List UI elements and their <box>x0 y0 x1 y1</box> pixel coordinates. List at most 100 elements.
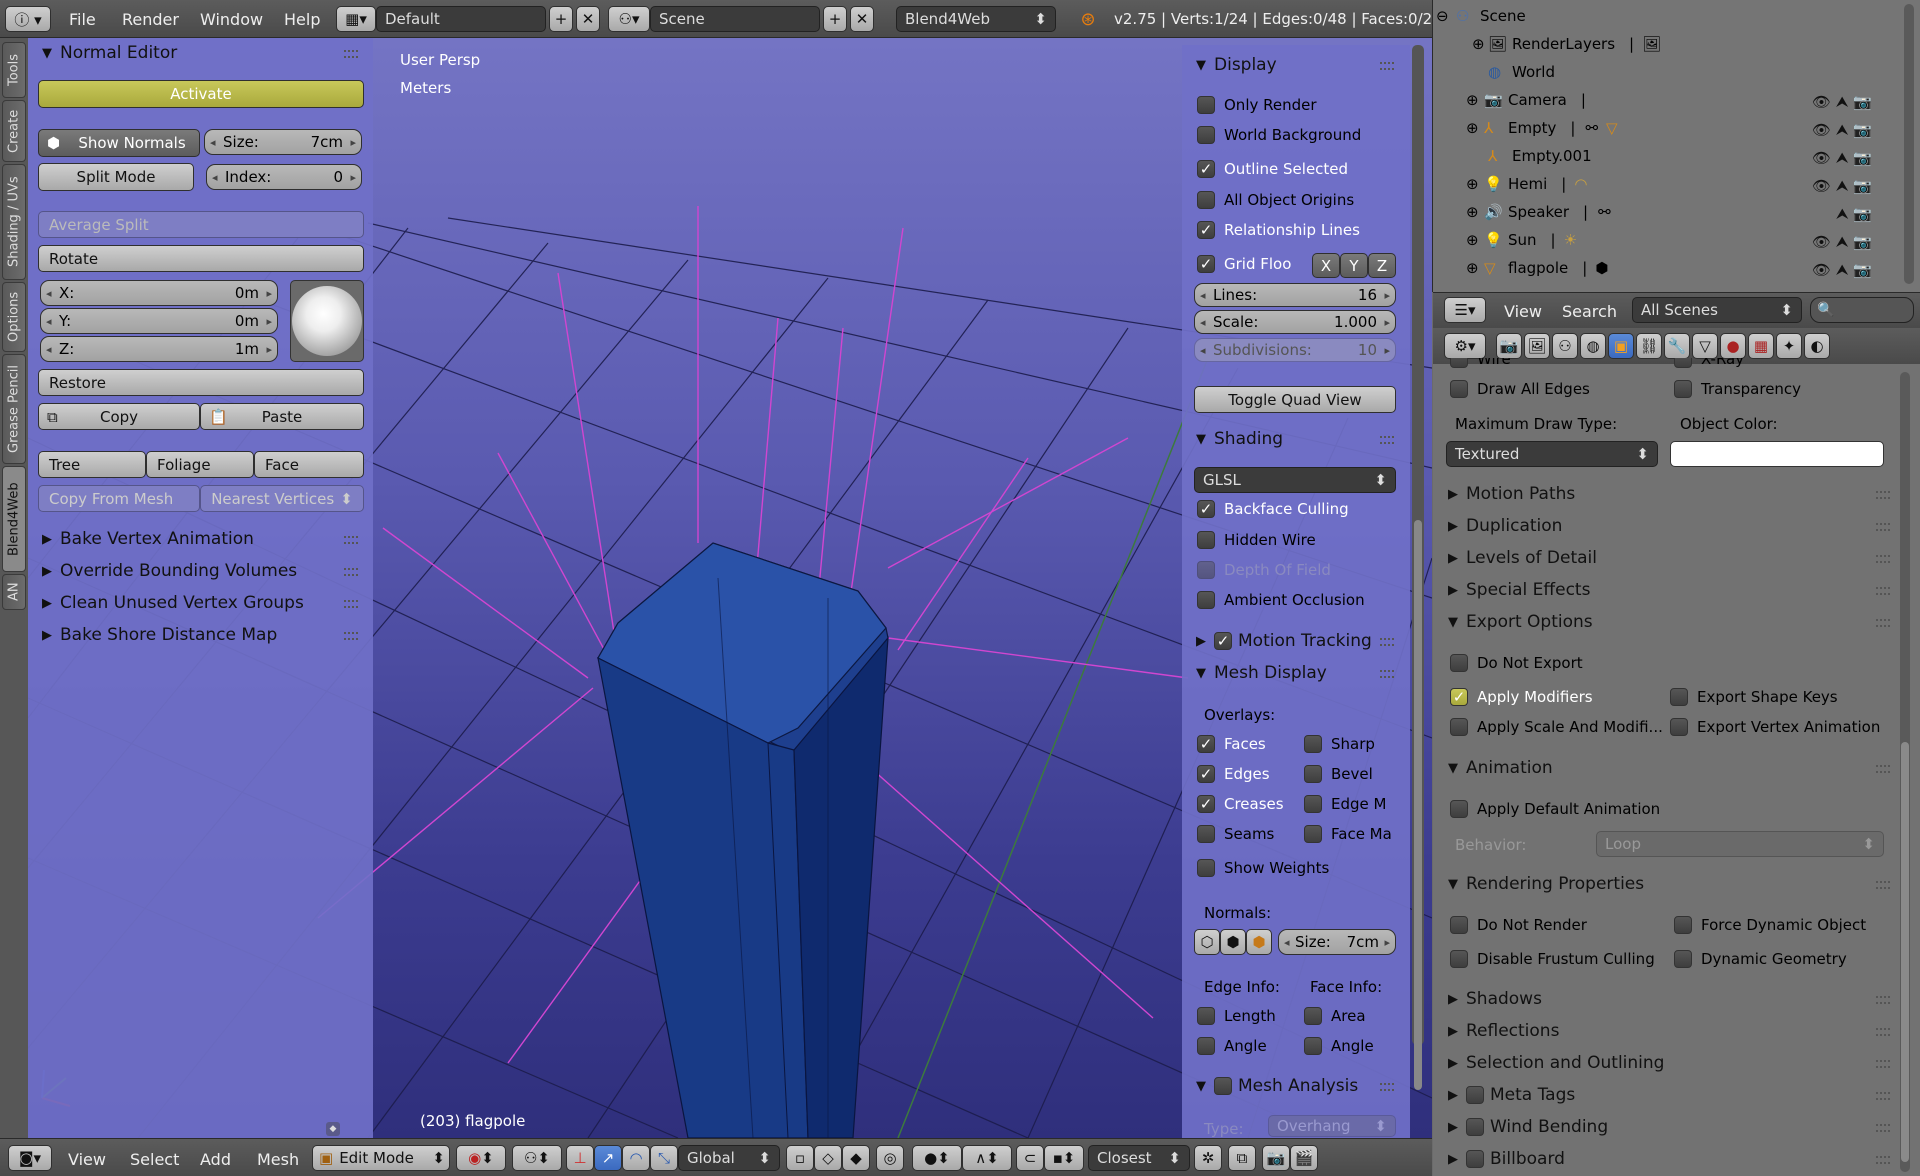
normal-editor-title[interactable]: ▼ Normal Editor <box>42 43 177 63</box>
panel-bake-shore-distance-map[interactable]: ▶ Bake Shore Distance Map <box>42 625 277 645</box>
manipulator-toggle[interactable]: ⊥ <box>566 1145 594 1171</box>
scene-tab-icon[interactable]: ⚇ <box>1552 333 1578 359</box>
properties-context-tabs[interactable]: 📷 🖼 ⚇ ◍ ▣ ⛓ 🔧 ▽ ● ▦ ✦ ◐ <box>1496 333 1830 359</box>
outliner-item-camera[interactable]: ⊕ 📷 Camera | <box>1466 89 1586 111</box>
face-normals-button[interactable]: ⬢ <box>1246 929 1272 955</box>
panel-override-bounding-volumes[interactable]: ▶ Override Bounding Volumes <box>42 561 297 581</box>
index-field[interactable]: Index:0 <box>206 164 362 190</box>
copy-layers-button[interactable]: ⧉ <box>1228 1145 1256 1171</box>
panel-levels-of-detail[interactable]: ▶ Levels of Detail <box>1448 548 1597 568</box>
mesh-display-panel-title[interactable]: ▼ Mesh Display <box>1196 663 1327 683</box>
particles-tab-icon[interactable]: ✦ <box>1776 333 1802 359</box>
menu-select[interactable]: Select <box>130 1150 179 1169</box>
snap-element-dropdown[interactable]: ▪⬍ <box>1044 1145 1084 1171</box>
outliner-item-hemi[interactable]: ⊕ 💡 Hemi | ◠ <box>1466 173 1587 195</box>
data-tab-icon[interactable]: ▽ <box>1692 333 1718 359</box>
tab-blend4web[interactable]: Blend4Web <box>2 466 26 572</box>
renderlayers-tab-icon[interactable]: 🖼 <box>1524 333 1550 359</box>
rotate-manipulator[interactable]: ◠ <box>622 1145 650 1171</box>
motion-tracking-panel-title[interactable]: ▶ ✓ Motion Tracking <box>1196 631 1372 651</box>
editor-type-3d-button[interactable]: ◙▾ <box>8 1145 52 1171</box>
toggle-quad-view-button[interactable]: Toggle Quad View <box>1194 386 1396 413</box>
y-field[interactable]: Y:0m <box>40 308 278 334</box>
grid-axis-y-button[interactable]: Y <box>1340 253 1368 278</box>
material-tab-icon[interactable]: ● <box>1720 333 1746 359</box>
faces-checkbox[interactable]: ✓ Faces <box>1197 735 1266 753</box>
behavior-dropdown[interactable]: Loop ⬍ <box>1596 831 1884 857</box>
draw-all-edges-checkbox[interactable]: Draw All Edges <box>1450 380 1590 398</box>
panel-clean-unused-vertex-groups[interactable]: ▶ Clean Unused Vertex Groups <box>42 593 304 613</box>
properties-scrollbar[interactable] <box>1900 372 1910 1172</box>
tab-shading-uvs[interactable]: Shading / UVs <box>2 164 26 280</box>
snap-target-dropdown[interactable]: Closest ⬍ <box>1088 1145 1190 1171</box>
edge-marks-checkbox[interactable]: Edge M <box>1304 795 1386 813</box>
outliner-restrict-columns[interactable]: 👁 ⮝ 📷 👁 ⮝ 📷 👁 ⮝ 📷 👁 ⮝ 📷 ⮝ 📷 👁 ⮝ 📷 👁 ⮝ 📷 <box>1812 88 1896 280</box>
outliner-item-empty[interactable]: ⊕ ⅄ Empty | ⚯ ▽ <box>1466 117 1618 139</box>
hidden-wire-checkbox[interactable]: Hidden Wire <box>1197 531 1316 549</box>
panel-special-effects[interactable]: ▶ Special Effects <box>1448 580 1590 600</box>
panel-duplication[interactable]: ▶ Duplication <box>1448 516 1562 536</box>
properties-editor-type-button[interactable]: ⚙▾ <box>1444 333 1486 359</box>
shelf-resize-handle[interactable]: ◆ <box>326 1122 340 1136</box>
edges-checkbox[interactable]: ✓ Edges <box>1197 765 1270 783</box>
outliner-menu-search[interactable]: Search <box>1562 302 1617 321</box>
render-engine-dropdown[interactable]: Blend4Web ⬍ <box>896 6 1056 32</box>
vertex-normals-button[interactable]: ⬡ <box>1194 929 1220 955</box>
outliner-menu-view[interactable]: View <box>1504 302 1542 321</box>
apply-scale-checkbox[interactable]: Apply Scale And Modifi... <box>1450 718 1663 736</box>
show-normals-button[interactable]: ⬢ Show Normals <box>38 129 200 157</box>
bevel-checkbox[interactable]: Bevel <box>1304 765 1373 783</box>
face-marks-checkbox[interactable]: Face Ma <box>1304 825 1392 843</box>
panel-shadows[interactable]: ▶ Shadows <box>1448 989 1542 1009</box>
shading-mode-dropdown[interactable]: GLSL ⬍ <box>1194 467 1396 493</box>
foliage-button[interactable]: Foliage <box>146 451 254 478</box>
apply-modifiers-checkbox[interactable]: ✓ Apply Modifiers <box>1450 688 1593 706</box>
face-angle-checkbox[interactable]: Angle <box>1304 1037 1374 1055</box>
menu-help[interactable]: Help <box>284 10 320 29</box>
seams-checkbox[interactable]: Seams <box>1197 825 1274 843</box>
normals-size-field[interactable]: Size:7cm <box>204 129 362 155</box>
disable-frustum-culling-checkbox[interactable]: Disable Frustum Culling <box>1450 950 1655 968</box>
menu-view[interactable]: View <box>68 1150 106 1169</box>
export-vertex-animation-checkbox[interactable]: Export Vertex Animation <box>1670 718 1880 736</box>
pivot-point-dropdown[interactable]: ⚇⬍ <box>512 1145 562 1171</box>
split-mode-button[interactable]: Split Mode <box>38 163 194 191</box>
z-field[interactable]: Z:1m <box>40 336 278 362</box>
panel-rendering-properties[interactable]: ▼ Rendering Properties <box>1448 874 1644 894</box>
wire-checkbox-partial[interactable]: Wire <box>1450 358 1511 368</box>
transparency-checkbox[interactable]: Transparency <box>1674 380 1801 398</box>
normal-direction-ball[interactable] <box>290 280 364 362</box>
relationship-lines-checkbox[interactable]: ✓ Relationship Lines <box>1197 221 1360 239</box>
backface-culling-checkbox[interactable]: ✓ Backface Culling <box>1197 500 1349 518</box>
object-tab-icon[interactable]: ▣ <box>1608 333 1634 359</box>
menu-render[interactable]: Render <box>122 10 179 29</box>
constraints-tab-icon[interactable]: ⛓ <box>1636 333 1662 359</box>
edge-angle-checkbox[interactable]: Angle <box>1197 1037 1267 1055</box>
snap-options-button[interactable]: ✲ <box>1194 1145 1222 1171</box>
copy-from-mesh-button[interactable]: Copy From Mesh <box>38 485 200 512</box>
physics-tab-icon[interactable]: ◐ <box>1804 333 1830 359</box>
falloff-dropdown[interactable]: ∧⬍ <box>962 1145 1012 1171</box>
menu-file[interactable]: File <box>69 10 96 29</box>
tab-grease-pencil[interactable]: Grease Pencil <box>2 354 26 464</box>
activate-button[interactable]: Activate <box>38 80 364 108</box>
xray-checkbox-partial[interactable]: X-Ray <box>1674 358 1744 368</box>
outliner-item-flagpole[interactable]: ⊕ ▽ flagpole | ⬢ <box>1466 257 1608 279</box>
world-tab-icon[interactable]: ◍ <box>1580 333 1606 359</box>
menu-mesh[interactable]: Mesh <box>257 1150 299 1169</box>
transform-orientation-dropdown[interactable]: Global ⬍ <box>678 1145 780 1171</box>
face-select-mode[interactable]: ◆ <box>842 1145 870 1171</box>
outliner-editor-type-button[interactable]: ☰▾ <box>1444 297 1486 323</box>
panel-animation[interactable]: ▼ Animation <box>1448 758 1553 778</box>
panel-bake-vertex-animation[interactable]: ▶ Bake Vertex Animation <box>42 529 254 549</box>
panel-reflections[interactable]: ▶ Reflections <box>1448 1021 1559 1041</box>
object-color-swatch[interactable] <box>1670 441 1884 467</box>
panel-selection-outlining[interactable]: ▶ Selection and Outlining <box>1448 1053 1664 1073</box>
grid-axis-z-button[interactable]: Z <box>1368 253 1396 278</box>
grid-scale-field[interactable]: Scale:1.000 <box>1194 310 1396 334</box>
panel-motion-paths[interactable]: ▶ Motion Paths <box>1448 484 1575 504</box>
rotate-button[interactable]: Rotate <box>38 245 364 272</box>
limit-selection-toggle[interactable]: ◎ <box>876 1145 904 1171</box>
outliner-item-scene[interactable]: ⊖ ⚇ Scene <box>1436 5 1526 27</box>
texture-tab-icon[interactable]: ▦ <box>1748 333 1774 359</box>
